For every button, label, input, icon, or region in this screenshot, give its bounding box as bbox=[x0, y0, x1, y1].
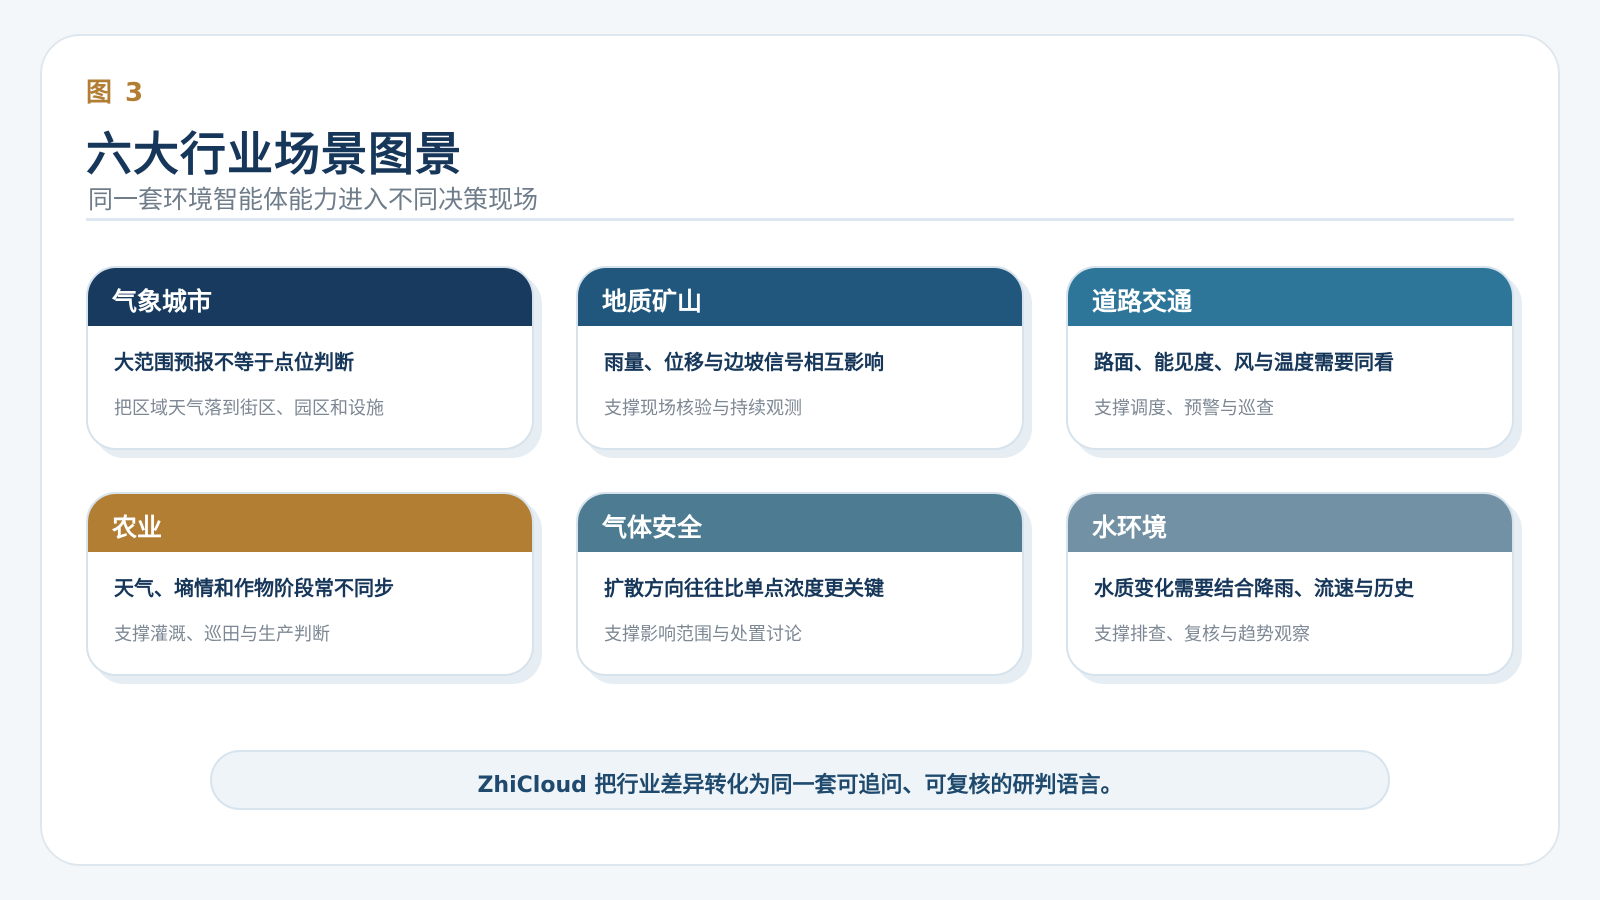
scenario-card-gas-safety: 气体安全 扩散方向往往比单点浓度更关键 支撑影响范围与处置讨论 bbox=[576, 492, 1032, 684]
card-body: 水环境 水质变化需要结合降雨、流速与历史 支撑排查、复核与趋势观察 bbox=[1066, 492, 1514, 676]
card-body: 地质矿山 雨量、位移与边坡信号相互影响 支撑现场核验与持续观测 bbox=[576, 266, 1024, 450]
card-description: 支撑调度、预警与巡查 bbox=[1094, 398, 1274, 419]
scenario-card-geology-mining: 地质矿山 雨量、位移与边坡信号相互影响 支撑现场核验与持续观测 bbox=[576, 266, 1032, 458]
scenario-card-road-traffic: 道路交通 路面、能见度、风与温度需要同看 支撑调度、预警与巡查 bbox=[1066, 266, 1522, 458]
scenario-card-agriculture: 农业 天气、墒情和作物阶段常不同步 支撑灌溉、巡田与生产判断 bbox=[86, 492, 542, 684]
card-header: 地质矿山 bbox=[578, 268, 1022, 326]
card-headline: 雨量、位移与边坡信号相互影响 bbox=[604, 350, 884, 374]
card-description: 把区域天气落到街区、园区和设施 bbox=[114, 398, 384, 419]
card-headline: 天气、墒情和作物阶段常不同步 bbox=[114, 576, 394, 600]
card-description: 支撑现场核验与持续观测 bbox=[604, 398, 802, 419]
card-header: 道路交通 bbox=[1068, 268, 1512, 326]
scenario-card-water-environment: 水环境 水质变化需要结合降雨、流速与历史 支撑排查、复核与趋势观察 bbox=[1066, 492, 1522, 684]
page-title: 六大行业场景图景 bbox=[86, 127, 462, 181]
card-header: 气象城市 bbox=[88, 268, 532, 326]
card-header: 农业 bbox=[88, 494, 532, 552]
card-body: 气象城市 大范围预报不等于点位判断 把区域天气落到街区、园区和设施 bbox=[86, 266, 534, 450]
card-header: 气体安全 bbox=[578, 494, 1022, 552]
card-headline: 路面、能见度、风与温度需要同看 bbox=[1094, 350, 1394, 374]
card-body: 气体安全 扩散方向往往比单点浓度更关键 支撑影响范围与处置讨论 bbox=[576, 492, 1024, 676]
title-divider bbox=[86, 218, 1514, 221]
scenario-card-weather-city: 气象城市 大范围预报不等于点位判断 把区域天气落到街区、园区和设施 bbox=[86, 266, 542, 458]
card-headline: 扩散方向往往比单点浓度更关键 bbox=[604, 576, 884, 600]
card-description: 支撑灌溉、巡田与生产判断 bbox=[114, 624, 330, 645]
card-header: 水环境 bbox=[1068, 494, 1512, 552]
card-description: 支撑影响范围与处置讨论 bbox=[604, 624, 802, 645]
page-subtitle: 同一套环境智能体能力进入不同决策现场 bbox=[88, 185, 539, 214]
summary-banner: ZhiCloud 把行业差异转化为同一套可追问、可复核的研判语言。 bbox=[210, 750, 1390, 810]
card-description: 支撑排查、复核与趋势观察 bbox=[1094, 624, 1310, 645]
card-body: 道路交通 路面、能见度、风与温度需要同看 支撑调度、预警与巡查 bbox=[1066, 266, 1514, 450]
figure-label: 图 3 bbox=[86, 78, 146, 108]
card-headline: 大范围预报不等于点位判断 bbox=[114, 350, 354, 374]
card-headline: 水质变化需要结合降雨、流速与历史 bbox=[1094, 576, 1414, 600]
card-body: 农业 天气、墒情和作物阶段常不同步 支撑灌溉、巡田与生产判断 bbox=[86, 492, 534, 676]
